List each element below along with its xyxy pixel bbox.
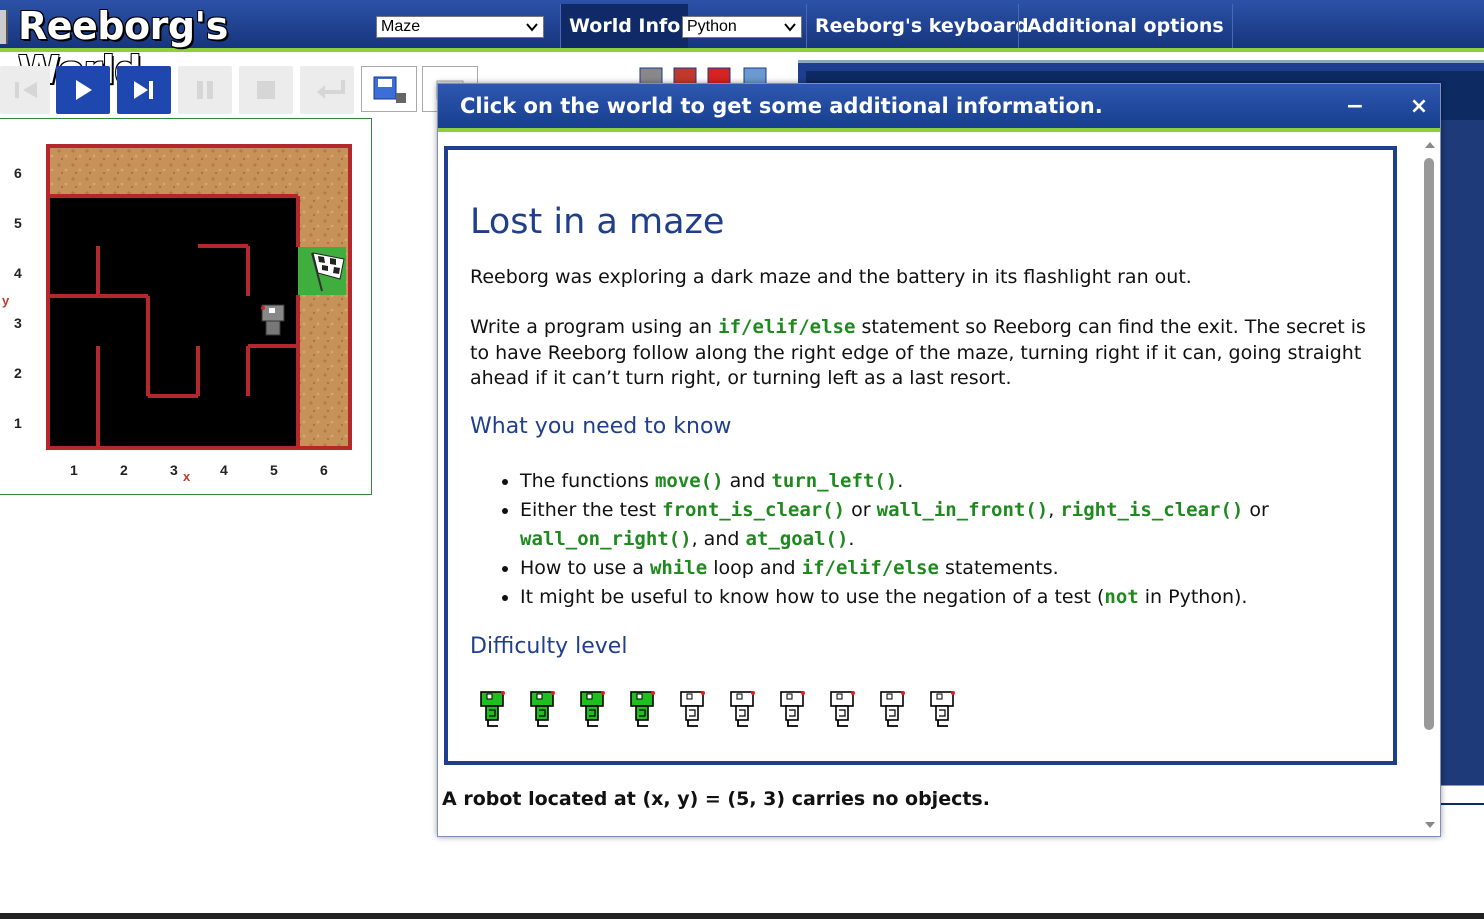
tab-world-info[interactable]: World Info [560, 4, 689, 48]
reload-button[interactable] [0, 66, 50, 114]
x-axis-letter: x [183, 469, 191, 484]
world-description: Lost in a maze Reeborg was exploring a d… [444, 146, 1397, 765]
return-button[interactable] [300, 66, 354, 114]
tab-keyboard[interactable]: Reeborg's keyboard [806, 4, 1037, 48]
list-item: How to use a while loop and if/elif/else… [520, 554, 1380, 583]
world-select-value: Maze [381, 18, 421, 35]
robot-empty-icon [880, 691, 905, 727]
know-heading: What you need to know [470, 414, 732, 439]
x-tick: 3 [170, 462, 178, 478]
know-list: The functions move() and turn_left(). Ei… [500, 467, 1380, 612]
robot-filled-icon [480, 691, 505, 727]
x-tick: 2 [120, 462, 128, 478]
list-item: Either the test front_is_clear() or wall… [520, 496, 1380, 554]
robot-empty-icon [780, 691, 805, 727]
difficulty-heading: Difficulty level [470, 634, 628, 659]
y-axis-letter: y [2, 293, 10, 308]
scrollbar-thumb[interactable] [1424, 158, 1434, 730]
stop-button[interactable] [239, 66, 293, 114]
chevron-down-icon [526, 23, 538, 32]
world-info-dialog: Click on the world to get some additiona… [437, 83, 1441, 837]
bottom-bar [0, 913, 1484, 919]
tab-additional-options[interactable]: Additional options [1018, 4, 1233, 48]
y-tick: 1 [14, 415, 22, 431]
robot-empty-icon [930, 691, 955, 727]
save-button[interactable] [361, 66, 417, 112]
run-button[interactable] [56, 66, 110, 114]
robot-filled-icon [530, 691, 555, 727]
y-tick: 5 [14, 215, 22, 231]
world-map[interactable] [0, 119, 372, 496]
y-tick: 2 [14, 365, 22, 381]
x-tick: 4 [220, 462, 228, 478]
robot-empty-icon [830, 691, 855, 727]
list-item: It might be useful to know how to use th… [520, 583, 1380, 612]
brand: Reeborg's World [0, 0, 330, 92]
dialog-titlebar[interactable]: Click on the world to get some additiona… [438, 84, 1440, 132]
robot-empty-icon [680, 691, 705, 727]
reload-icon [15, 82, 37, 98]
program-text: Write a program using an if/elif/else st… [470, 316, 1366, 389]
step-button[interactable] [117, 66, 171, 114]
editor-edge [1441, 120, 1484, 800]
x-tick: 6 [320, 462, 328, 478]
pause-icon [197, 81, 213, 99]
close-button[interactable]: × [1406, 92, 1432, 122]
language-select[interactable]: Python [682, 16, 802, 38]
save-icon [373, 76, 406, 103]
world-select[interactable]: Maze [376, 16, 544, 38]
pause-button[interactable] [178, 66, 232, 114]
x-tick: 5 [270, 462, 278, 478]
return-icon [317, 80, 345, 99]
robot-status: A robot located at (x, y) = (5, 3) carri… [442, 788, 990, 810]
robot-logo-icon [0, 10, 8, 44]
world-canvas[interactable]: 6 5 4 3 2 1 y 1 2 3 4 5 6 x [0, 118, 372, 495]
y-tick: 6 [14, 165, 22, 181]
robot-empty-icon [730, 691, 755, 727]
top-navbar: Reeborg's World Maze World Info Python R… [0, 0, 1484, 92]
robot-filled-icon [580, 691, 605, 727]
minimize-button[interactable]: − [1342, 92, 1368, 122]
world-heading: Lost in a maze [470, 202, 725, 242]
intro-text: Reeborg was exploring a dark maze and th… [470, 266, 1192, 288]
stop-icon [257, 81, 275, 99]
chevron-down-icon [784, 23, 796, 32]
dialog-title: Click on the world to get some additiona… [460, 94, 1103, 118]
y-tick: 3 [14, 315, 22, 331]
editor-footer [1441, 785, 1484, 803]
y-tick: 4 [14, 265, 22, 281]
step-icon [134, 81, 153, 99]
robot-filled-icon [630, 691, 655, 727]
play-icon [76, 80, 92, 100]
language-select-value: Python [687, 18, 737, 35]
list-item: The functions move() and turn_left(). [520, 467, 1380, 496]
x-tick: 1 [70, 462, 78, 478]
